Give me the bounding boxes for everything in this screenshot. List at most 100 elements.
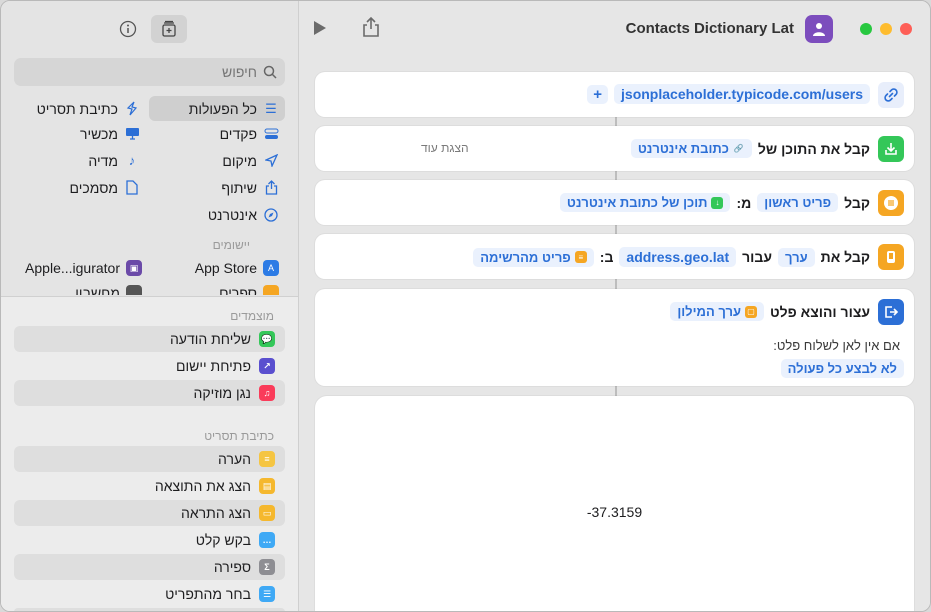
app-window: Contacts Dictionary Lat jsonplaceholder.… [0,0,931,612]
app-item-books[interactable]: ספרים [219,285,279,295]
apps-section-label: יישומים [212,238,250,252]
actions-list-section: מוצמדים 💬 שליחת הודעה ↗ פתיחת יישום ♫ נג… [1,296,298,611]
dictionary-icon [878,244,904,270]
configurator-icon: ▣ [126,260,142,276]
action-item-open-app[interactable]: ↗ פתיחת יישום [14,353,285,379]
category-location[interactable]: מיקום [222,148,285,173]
open-app-icon: ↗ [259,358,275,374]
categories-section: ☰ כל הפעולות פקדים מיקום שיתוף [1,1,298,296]
stop-output-row: עצור והוצא פלט ▢ ערך המילון [670,302,870,321]
action-url[interactable]: jsonplaceholder.typicode.com/users + [315,72,914,117]
list-icon: ☰ [265,100,277,116]
info-icon [119,20,137,38]
dictionary-value-token[interactable]: ▢ ערך המילון [670,302,764,321]
app-store-icon: A [263,260,279,276]
item-position-token[interactable]: פריט ראשון [757,193,839,212]
action-item-play-music[interactable]: ♫ נגן מוזיקה [14,380,285,406]
action-item-show-result[interactable]: ▤ הצג את התוצאה [14,473,285,499]
get-value-label: קבל את [820,249,870,265]
close-window-button[interactable] [900,23,912,35]
play-icon [314,21,326,35]
list-item-variable-token[interactable]: ≡ פריט מהרשימה [473,247,594,267]
for-label: עבור [742,249,773,265]
category-all-actions[interactable]: ☰ כל הפעולות [149,96,285,121]
books-icon [263,285,279,295]
get-contents-row: קבל את התוכן של 🔗 כתובת אינטרנט [630,139,870,158]
alert-icon: ▭ [259,505,275,521]
action-item-choose-menu[interactable]: ☰ בחר מהתפריט [14,581,285,607]
category-media[interactable]: ♪ מדיה [88,148,146,173]
action-stop-output[interactable]: עצור והוצא פלט ▢ ערך המילון אם אין לאן ל… [315,289,914,386]
library-add-icon [162,20,176,37]
action-library-sidebar: ☰ כל הפעולות פקדים מיקום שיתוף [1,1,299,611]
toggle-icon [263,126,279,142]
category-documents[interactable]: מסמכים [70,175,146,200]
compass-icon [263,207,279,223]
share-button[interactable] [361,16,381,38]
person-icon [813,23,825,36]
editor-pane: Contacts Dictionary Lat jsonplaceholder.… [299,1,930,611]
shortcut-title[interactable]: Contacts Dictionary Lat [626,20,794,37]
list-small-icon: ≡ [574,251,587,263]
action-item-comment[interactable]: ≡ הערה [14,446,285,472]
pinned-section-label: מוצמדים [230,309,274,323]
category-web[interactable]: אינטרנט [208,202,285,227]
minimize-window-button[interactable] [880,23,892,35]
action-get-contents[interactable]: קבל את התוכן של 🔗 כתובת אינטרנט הצגת עוד [315,126,914,171]
script-icon [124,101,140,117]
title-bar: Contacts Dictionary Lat [299,1,930,57]
info-button[interactable] [113,15,143,43]
get-item-label: קבל [844,194,870,211]
search-bar [14,58,285,86]
get-contents-label: קבל את התוכן של [757,140,870,157]
share-icon [263,180,279,196]
link-small-icon: 🔗 [733,144,744,153]
window-controls [860,23,912,35]
url-token[interactable]: jsonplaceholder.typicode.com/users [614,84,870,104]
app-item-configurator[interactable]: ▣ Apple...igurator [25,260,142,276]
app-item-app-store[interactable]: A App Store [195,260,279,276]
app-item-calculator[interactable]: מחשבון [75,285,142,295]
list-bullets-icon [878,190,904,216]
add-url-button[interactable]: + [587,84,609,104]
menu-icon: ☰ [259,586,275,602]
action-item-count[interactable]: Σ ספירה [14,554,285,580]
category-sharing[interactable]: שיתוף [221,175,285,200]
get-value-row: קבל את ערך עבור address.geo.lat ב: ≡ פרי… [473,247,870,267]
sigma-icon: Σ [259,559,275,575]
music-note-icon: ♪ [128,153,136,168]
from-label: מ: [736,194,752,211]
key-token[interactable]: address.geo.lat [619,247,737,267]
action-get-value[interactable]: קבל את ערך עבור address.geo.lat ב: ≡ פרי… [315,234,914,279]
share-icon [363,16,379,37]
ask-input-icon: … [259,532,275,548]
link-icon [878,82,904,108]
download-icon [878,136,904,162]
action-item-send-message[interactable]: 💬 שליחת הודעה [14,326,285,352]
action-item-ask-input[interactable]: … בקש קלט [14,527,285,553]
document-icon [124,180,140,196]
do-nothing-token[interactable]: לא לבצע כל פעולה [780,359,904,378]
action-get-item[interactable]: קבל פריט ראשון מ: ↓ תוכן של כתובת אינטרנ… [315,180,914,225]
run-button[interactable] [311,19,329,37]
show-more-button[interactable]: הצגת עוד [421,141,469,155]
action-item-show-alert[interactable]: ▭ הצג התראה [14,500,285,526]
zoom-window-button[interactable] [860,23,872,35]
category-scripting[interactable]: כתיבת תסריט [37,96,146,121]
download-small-icon: ↓ [711,196,724,209]
scripting-section-label: כתיבת תסריט [204,429,274,443]
url-variable-token[interactable]: 🔗 כתובת אינטרנט [630,139,752,158]
value-type-token[interactable]: ערך [778,247,815,267]
action-item-partial[interactable] [14,608,285,611]
category-device[interactable]: מכשיר [80,121,146,146]
shortcut-icon[interactable] [805,15,833,43]
action-library-button[interactable] [151,15,187,43]
in-label: ב: [599,249,614,265]
result-value: -37.3159 [586,504,643,520]
comment-lines-icon: ≡ [259,451,275,467]
search-input[interactable] [14,64,257,80]
contents-variable-token[interactable]: ↓ תוכן של כתובת אינטרנט [559,193,731,212]
message-icon: 💬 [259,331,275,347]
flow-connector [615,386,617,396]
category-controls[interactable]: פקדים [220,121,285,146]
